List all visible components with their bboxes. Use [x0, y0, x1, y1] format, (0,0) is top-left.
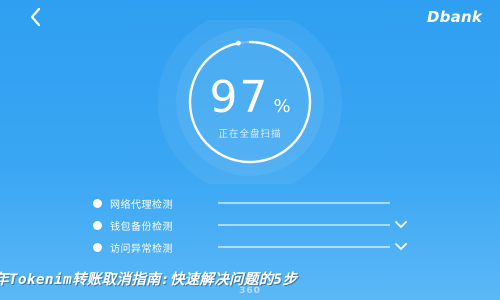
bullet-icon — [93, 198, 102, 208]
check-item-label: 访问异常检测 — [110, 243, 173, 255]
brand-logo: Dbank — [427, 8, 482, 26]
scan-percentage: 97% — [132, 76, 368, 120]
scan-gauge: 97% 正在全盘扫描 — [132, 20, 368, 184]
back-button[interactable] — [22, 5, 52, 29]
check-list: 网络代理检测 钱包备份检测 访问异常检测 — [90, 192, 410, 258]
bullet-icon — [93, 220, 102, 230]
progress-tip — [235, 40, 241, 46]
check-progress-line — [218, 224, 390, 226]
check-progress-line — [218, 246, 390, 248]
check-item-label: 钱包备份检测 — [110, 221, 173, 233]
check-item-label: 网络代理检测 — [110, 199, 173, 211]
checkmark-chevron-icon — [395, 243, 407, 250]
scan-percent-unit: % — [273, 96, 291, 117]
check-item-access-anomaly: 访问异常检测 — [90, 236, 410, 258]
scan-percent-value: 97 — [209, 72, 270, 123]
check-progress-line — [218, 202, 390, 204]
check-item-network-proxy: 网络代理检测 — [90, 192, 410, 214]
bullet-icon — [93, 242, 102, 252]
footer-watermark: 360 — [239, 286, 261, 296]
scan-status-text: 正在全盘扫描 — [218, 129, 282, 140]
check-item-wallet-backup: 钱包备份检测 — [90, 214, 410, 236]
chevron-left-icon — [30, 7, 41, 27]
checkmark-chevron-icon — [395, 221, 407, 228]
